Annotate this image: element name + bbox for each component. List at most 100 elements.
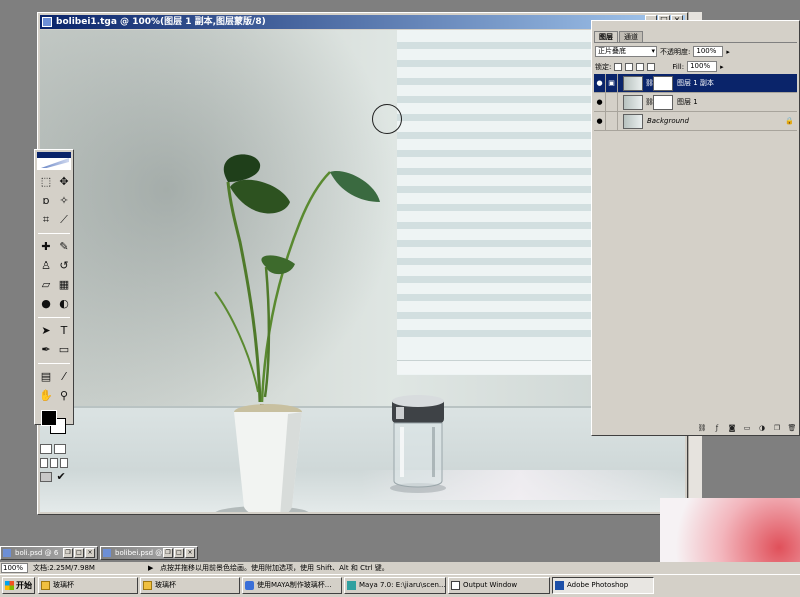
potted-plant [214,154,380,512]
full-screen-menu-button[interactable] [50,458,58,468]
taskbar-item[interactable]: Adobe Photoshop [552,577,654,594]
eye-icon[interactable]: ● [594,111,606,131]
fill-arrow-icon[interactable]: ▸ [720,63,724,71]
layer-mask-thumbnail[interactable] [653,94,673,110]
fill-field[interactable]: 100% [687,61,718,72]
layer-style-icon[interactable]: ƒ [712,424,722,433]
lock-transparency-checkbox[interactable] [614,62,623,71]
layer-mask-thumbnail[interactable] [653,75,673,91]
foreground-color-swatch[interactable] [41,410,57,426]
history-brush-tool[interactable]: ↺ [56,258,72,274]
move-tool[interactable]: ✥ [56,174,72,190]
quick-mask-modes [35,442,73,456]
add-mask-icon[interactable]: ◙ [727,424,737,433]
link-cell[interactable] [606,92,618,112]
taskbar-item-label: 玻璃杯 [155,581,176,589]
quick-mask-mode-button[interactable] [54,444,66,454]
opacity-arrow-icon[interactable]: ▸ [726,48,730,56]
lock-all-checkbox[interactable] [647,62,656,71]
taskbar-item[interactable]: Maya 7.0: E:\jiaru\scen... [344,577,446,594]
maximize-button[interactable]: □ [74,548,84,558]
eyedropper-tool[interactable]: ⁄ [56,369,72,385]
document-size-info[interactable]: 文档:2.25M/7.98M [33,562,95,574]
start-button[interactable]: 开始 [2,577,35,594]
photoshop-doc-icon [42,17,52,27]
new-set-icon[interactable]: ▭ [742,424,752,433]
fill-label: Fill: [672,62,685,71]
standard-mode-button[interactable] [40,444,52,454]
layer-row[interactable]: ● Background 🔒 [594,111,797,131]
toolbox-divider [38,233,70,234]
restore-button[interactable]: ❐ [163,548,173,558]
opacity-field[interactable]: 100% [693,46,724,57]
layer-row[interactable]: ● ⛓ 图层 1 [594,92,797,112]
tab-channels[interactable]: 通道 [619,31,643,42]
shape-tool[interactable]: ▭ [56,342,72,358]
maximize-button[interactable]: □ [174,548,184,558]
chain-link-icon[interactable]: ⛓ [645,98,654,106]
type-tool[interactable]: T [56,323,72,339]
toolbox-palette[interactable]: ⬚ ✥ ɒ ✧ ⌗ ⟋ ✚ ✎ ♙ ↺ ▱ ▦ ● ◐ ➤ T ✒ ▭ ▤ ⁄ … [34,149,74,482]
photoshop-doc-icon [103,549,111,557]
pen-tool[interactable]: ✒ [38,342,54,358]
crop-tool[interactable]: ⌗ [38,212,54,228]
tools-group-3: ➤ T ✒ ▭ [35,321,73,360]
output-window-icon [451,581,460,590]
layer-row[interactable]: ● ▣ ⛓ 图层 1 副本 [594,73,797,93]
close-button[interactable]: × [85,548,95,558]
tools-group-1: ⬚ ✥ ɒ ✧ ⌗ ⟋ [35,172,73,230]
brush-tool[interactable]: ✎ [56,239,72,255]
document-titlebar[interactable]: bolibei1.tga @ 100%(图层 1 副本,图层蒙版/8) [40,15,685,29]
marquee-tool[interactable]: ⬚ [38,174,54,190]
tool-hint-text: 点按并拖移以用前景色绘画。使用附加选项，使用 Shift、Alt 和 Ctrl … [160,564,389,572]
eye-icon[interactable]: ● [594,92,606,112]
slice-tool[interactable]: ⟋ [56,212,72,228]
trash-icon[interactable]: 🗑 [787,424,797,433]
gradient-tool[interactable]: ▦ [56,277,72,293]
layer-name: 图层 1 副本 [677,79,714,87]
taskbar-item[interactable]: Output Window [448,577,550,594]
new-layer-icon[interactable]: ❐ [772,424,782,433]
zoom-field[interactable]: 100% [1,563,28,573]
zoom-tool[interactable]: ⚲ [56,388,72,404]
close-button[interactable]: × [185,548,195,558]
layers-palette-tabs: 图层 通道 [594,31,797,43]
lock-image-checkbox[interactable] [625,62,634,71]
dodge-tool[interactable]: ◐ [56,296,72,312]
lasso-tool[interactable]: ɒ [38,193,54,209]
hand-tool[interactable]: ✋ [38,388,54,404]
healing-brush-tool[interactable]: ✚ [38,239,54,255]
restore-button[interactable]: ❐ [63,548,73,558]
clone-stamp-tool[interactable]: ♙ [38,258,54,274]
lock-position-checkbox[interactable] [636,62,645,71]
jump-to-imageready-button[interactable] [40,472,53,482]
toolbox-header[interactable] [37,152,71,170]
image-canvas[interactable] [40,30,685,512]
notes-tool[interactable]: ▤ [38,369,54,385]
blur-tool[interactable]: ● [38,296,54,312]
color-swatches [38,408,70,440]
link-cell[interactable] [606,111,618,131]
blend-mode-select[interactable]: 正片叠底 [595,46,657,57]
folder-icon [41,581,50,590]
taskbar-item[interactable]: 使用MAYA制作玻璃杯... [242,577,342,594]
chain-link-icon[interactable]: ⛓ [645,79,654,87]
play-arrow-icon[interactable]: ▶ [148,562,153,574]
minimized-document[interactable]: boli.psd @ 6 ❐ □ × [0,546,98,560]
path-selection-tool[interactable]: ➤ [38,323,54,339]
standard-screen-button[interactable] [40,458,48,468]
eye-icon[interactable]: ● [594,73,606,93]
adjustment-layer-icon[interactable]: ◑ [757,424,767,433]
full-screen-button[interactable] [60,458,68,468]
minimized-document[interactable]: bolibei.psd @ ❐ □ × [100,546,198,560]
link-icon[interactable]: ⛓ [697,424,707,433]
taskbar-item[interactable]: 玻璃杯 [38,577,138,594]
mask-edit-icon[interactable]: ▣ [606,73,618,93]
taskbar-item[interactable]: 玻璃杯 [140,577,240,594]
layers-palette-titlebar[interactable] [593,22,798,30]
eraser-tool[interactable]: ▱ [38,277,54,293]
taskbar-item-label: Adobe Photoshop [567,581,629,589]
magic-wand-tool[interactable]: ✧ [56,193,72,209]
tab-layers[interactable]: 图层 [594,31,618,42]
layers-palette[interactable]: 图层 通道 正片叠底 不透明度: 100% ▸ 锁定: Fill: 100% ▸… [591,20,800,436]
